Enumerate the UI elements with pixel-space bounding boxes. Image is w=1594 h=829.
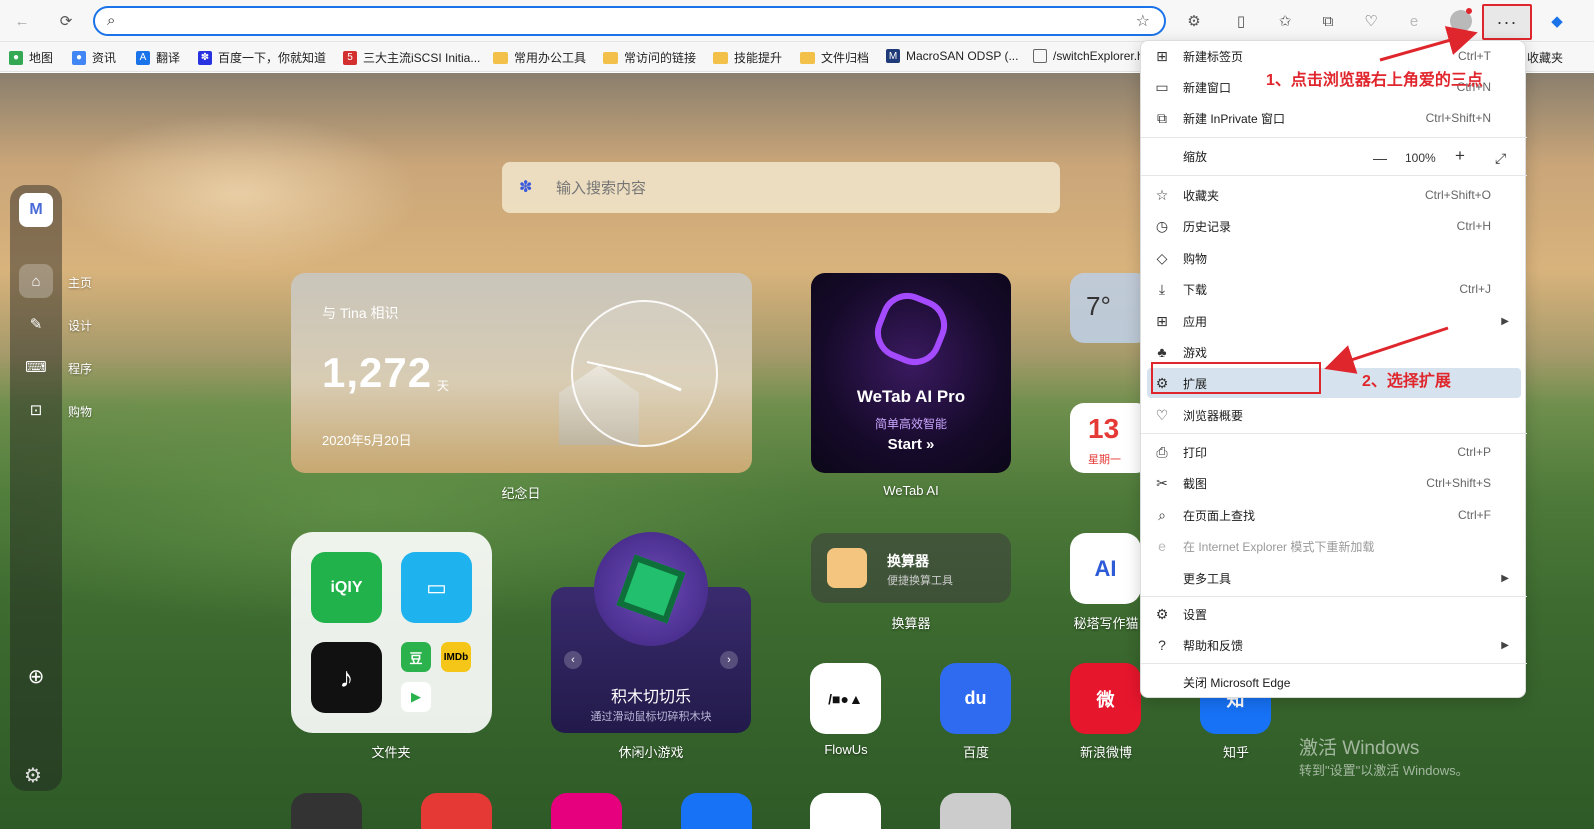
arrow-to-extensions: [1324, 326, 1449, 374]
arrow-to-more-button: [1379, 26, 1478, 62]
annotation-arrows: [1324, 26, 1478, 374]
annotation-step1: 1、点击浏览器右上角爱的三点: [1266, 72, 1483, 89]
annotation-step2: 2、选择扩展: [1362, 373, 1451, 390]
